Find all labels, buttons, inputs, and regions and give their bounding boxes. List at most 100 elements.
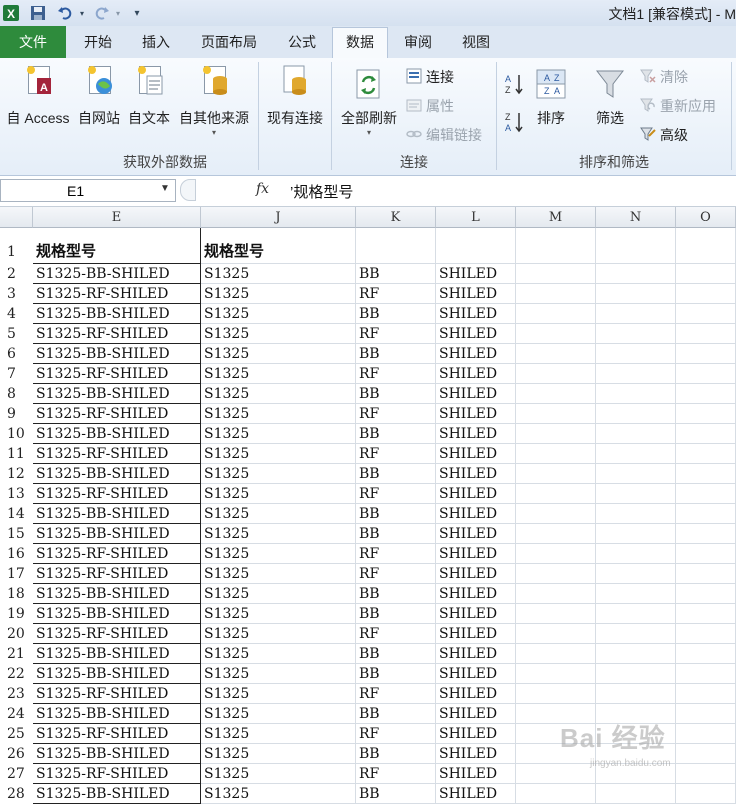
connections-button[interactable]: 连接 bbox=[406, 67, 454, 87]
cell[interactable]: S1325 bbox=[201, 624, 356, 644]
cell[interactable] bbox=[516, 424, 596, 444]
cell[interactable]: S1325-RF-SHILED bbox=[33, 724, 201, 744]
cell[interactable] bbox=[516, 524, 596, 544]
cell[interactable] bbox=[596, 364, 676, 384]
row-header[interactable]: 23 bbox=[0, 684, 33, 704]
cell[interactable]: S1325-BB-SHILED bbox=[33, 584, 201, 604]
cell[interactable]: SHILED bbox=[436, 404, 516, 424]
cell[interactable] bbox=[516, 504, 596, 524]
formula-bar-splitter[interactable] bbox=[180, 179, 196, 201]
cell[interactable] bbox=[516, 444, 596, 464]
cell[interactable]: SHILED bbox=[436, 484, 516, 504]
row-header[interactable]: 25 bbox=[0, 724, 33, 744]
cell[interactable]: S1325 bbox=[201, 764, 356, 784]
cell[interactable]: SHILED bbox=[436, 264, 516, 284]
cell[interactable]: BB bbox=[356, 524, 436, 544]
cell[interactable] bbox=[516, 324, 596, 344]
cell[interactable]: RF bbox=[356, 684, 436, 704]
cell[interactable]: BB bbox=[356, 584, 436, 604]
cell[interactable] bbox=[676, 604, 736, 624]
cell[interactable]: S1325-BB-SHILED bbox=[33, 704, 201, 724]
row-header[interactable]: 27 bbox=[0, 764, 33, 784]
cell[interactable]: S1325-BB-SHILED bbox=[33, 424, 201, 444]
cell[interactable]: S1325 bbox=[201, 324, 356, 344]
cell[interactable] bbox=[516, 644, 596, 664]
cell[interactable] bbox=[596, 504, 676, 524]
cell[interactable] bbox=[596, 644, 676, 664]
tab-view[interactable]: 视图 bbox=[450, 28, 502, 57]
cell[interactable]: S1325-RF-SHILED bbox=[33, 364, 201, 384]
cell[interactable]: RF bbox=[356, 444, 436, 464]
cell[interactable]: S1325 bbox=[201, 524, 356, 544]
cell[interactable] bbox=[676, 384, 736, 404]
cell[interactable] bbox=[596, 404, 676, 424]
cell[interactable]: S1325-RF-SHILED bbox=[33, 444, 201, 464]
cell[interactable]: RF bbox=[356, 624, 436, 644]
row-header[interactable]: 8 bbox=[0, 384, 33, 404]
cell[interactable]: S1325-BB-SHILED bbox=[33, 644, 201, 664]
cell[interactable]: S1325-RF-SHILED bbox=[33, 324, 201, 344]
cell[interactable]: BB bbox=[356, 604, 436, 624]
cell[interactable]: S1325 bbox=[201, 724, 356, 744]
cell[interactable] bbox=[596, 584, 676, 604]
cell[interactable] bbox=[676, 228, 736, 264]
tab-insert[interactable]: 插入 bbox=[130, 28, 182, 57]
cell[interactable] bbox=[676, 644, 736, 664]
cell[interactable]: SHILED bbox=[436, 384, 516, 404]
cell[interactable] bbox=[596, 784, 676, 804]
cell[interactable] bbox=[676, 284, 736, 304]
cell[interactable] bbox=[676, 364, 736, 384]
cell[interactable] bbox=[596, 524, 676, 544]
cell[interactable]: SHILED bbox=[436, 544, 516, 564]
row-header[interactable]: 18 bbox=[0, 584, 33, 604]
cell[interactable]: BB bbox=[356, 424, 436, 444]
cell[interactable] bbox=[676, 504, 736, 524]
from-other-sources-button[interactable]: 自其他来源 ▾ bbox=[174, 64, 254, 137]
row-header[interactable]: 13 bbox=[0, 484, 33, 504]
cell[interactable] bbox=[676, 544, 736, 564]
cell[interactable] bbox=[676, 664, 736, 684]
properties-button[interactable]: 属性 bbox=[406, 96, 454, 116]
sort-button[interactable]: AZZA 排序 bbox=[530, 68, 572, 128]
cell[interactable] bbox=[516, 264, 596, 284]
cell[interactable]: S1325 bbox=[201, 344, 356, 364]
cell[interactable]: S1325-BB-SHILED bbox=[33, 264, 201, 284]
cell[interactable] bbox=[596, 624, 676, 644]
cell[interactable]: S1325-BB-SHILED bbox=[33, 784, 201, 804]
cell[interactable]: SHILED bbox=[436, 564, 516, 584]
cell[interactable]: RF bbox=[356, 544, 436, 564]
cell[interactable] bbox=[596, 604, 676, 624]
row-header[interactable]: 22 bbox=[0, 664, 33, 684]
select-all-corner[interactable] bbox=[0, 207, 33, 228]
row-header[interactable]: 3 bbox=[0, 284, 33, 304]
row-header[interactable]: 6 bbox=[0, 344, 33, 364]
row-header[interactable]: 7 bbox=[0, 364, 33, 384]
cell[interactable]: BB bbox=[356, 664, 436, 684]
row-header[interactable]: 5 bbox=[0, 324, 33, 344]
cell[interactable] bbox=[596, 424, 676, 444]
cell[interactable]: SHILED bbox=[436, 504, 516, 524]
name-box[interactable]: E1 bbox=[0, 179, 176, 202]
cell[interactable] bbox=[676, 324, 736, 344]
tab-formulas[interactable]: 公式 bbox=[276, 28, 328, 57]
cell[interactable] bbox=[676, 524, 736, 544]
tab-home[interactable]: 开始 bbox=[72, 28, 124, 57]
cell[interactable] bbox=[596, 324, 676, 344]
tab-file[interactable]: 文件 bbox=[0, 26, 66, 58]
cell[interactable]: 规格型号 bbox=[201, 228, 356, 264]
sort-descending-button[interactable]: ZA bbox=[503, 110, 525, 137]
row-header[interactable]: 16 bbox=[0, 544, 33, 564]
customize-qat-icon[interactable]: ▾ bbox=[130, 3, 144, 23]
cell[interactable]: S1325 bbox=[201, 264, 356, 284]
cell[interactable]: SHILED bbox=[436, 284, 516, 304]
row-header[interactable]: 12 bbox=[0, 464, 33, 484]
cell[interactable] bbox=[676, 564, 736, 584]
existing-connections-button[interactable]: 现有连接 bbox=[262, 64, 328, 128]
cell[interactable] bbox=[596, 484, 676, 504]
cell[interactable]: SHILED bbox=[436, 664, 516, 684]
cell[interactable]: S1325 bbox=[201, 544, 356, 564]
cell[interactable] bbox=[596, 304, 676, 324]
reapply-button[interactable]: 重新应用 bbox=[640, 96, 716, 116]
row-header[interactable]: 15 bbox=[0, 524, 33, 544]
cell[interactable] bbox=[516, 484, 596, 504]
